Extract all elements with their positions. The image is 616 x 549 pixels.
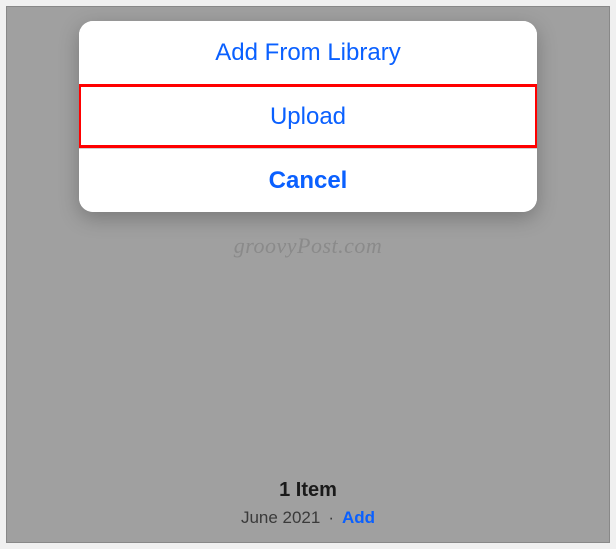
add-from-library-label: Add From Library (215, 39, 400, 67)
date-row: June 2021 · Add (7, 508, 609, 528)
upload-button[interactable]: Upload (79, 85, 537, 148)
action-sheet: Add From Library Upload Cancel (79, 21, 537, 212)
watermark-text: groovyPost.com (234, 233, 383, 259)
cancel-button[interactable]: Cancel (79, 149, 537, 212)
add-from-library-button[interactable]: Add From Library (79, 21, 537, 84)
footer-info: 1 Item June 2021 · Add (7, 479, 609, 528)
item-count: 1 Item (7, 479, 609, 502)
add-link[interactable]: Add (342, 508, 375, 528)
upload-label: Upload (270, 103, 346, 131)
date-text: June 2021 (241, 508, 320, 528)
separator: · (328, 508, 334, 528)
cancel-label: Cancel (269, 167, 348, 195)
screenshot-frame: Add From Library Upload Cancel groovyPos… (6, 6, 610, 543)
